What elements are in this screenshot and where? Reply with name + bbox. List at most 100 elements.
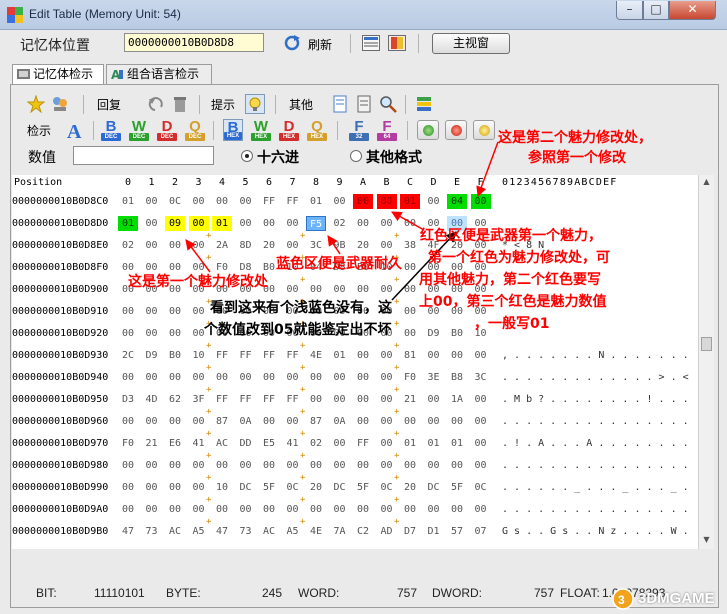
hex-cell[interactable]: 01	[118, 194, 138, 209]
hex-cell[interactable]: 01	[212, 216, 232, 231]
hex-cell[interactable]: 00	[330, 436, 350, 451]
hint-lightbulb-button[interactable]	[245, 94, 265, 114]
hex-cell[interactable]: 00	[471, 436, 491, 451]
hex-cell[interactable]: 00	[236, 370, 256, 385]
hex-cell[interactable]: 00	[165, 414, 185, 429]
hex-cell[interactable]: 00	[212, 502, 232, 517]
hex-cell[interactable]: 2A	[212, 238, 232, 253]
hex-cell[interactable]: 00	[400, 326, 420, 341]
trash-icon[interactable]	[171, 95, 189, 113]
hex-cell[interactable]: 00	[142, 458, 162, 473]
hex-cell[interactable]: 07	[471, 524, 491, 539]
hex-cell[interactable]: 00	[118, 502, 138, 517]
hex-cell[interactable]: 00	[283, 216, 303, 231]
hex-cell[interactable]: 21	[142, 436, 162, 451]
hex-cell[interactable]: 00	[259, 216, 279, 231]
hex-cell[interactable]: 00	[330, 502, 350, 517]
hex-cell[interactable]: 00	[447, 348, 467, 363]
hex-cell[interactable]: 00	[165, 480, 185, 495]
hex-cell[interactable]: 00	[306, 282, 326, 297]
hex-cell[interactable]: FF	[259, 348, 279, 363]
font-a-icon[interactable]: A	[65, 119, 87, 141]
hex-cell[interactable]: 3C	[306, 238, 326, 253]
hex-cell[interactable]: DC	[330, 480, 350, 495]
hex-cell[interactable]: 00	[306, 458, 326, 473]
hex-cell[interactable]: 38	[400, 238, 420, 253]
hex-cell[interactable]: 00	[165, 458, 185, 473]
refresh-icon[interactable]	[284, 35, 300, 51]
float32-icon[interactable]: F 32	[349, 119, 369, 141]
hex-cell[interactable]: 00	[424, 348, 444, 363]
hex-cell[interactable]: 0C	[165, 194, 185, 209]
replay-button[interactable]: 回复	[97, 96, 121, 113]
hex-cell[interactable]: 00	[330, 194, 350, 209]
hex-cell[interactable]: 00	[377, 216, 397, 231]
table-icon[interactable]	[362, 35, 380, 51]
scroll-thumb[interactable]	[701, 337, 712, 351]
dword-dec-icon[interactable]: D DEC	[157, 119, 177, 141]
hex-cell[interactable]: DC	[424, 480, 444, 495]
hex-cell[interactable]: FF	[212, 348, 232, 363]
hex-cell[interactable]: 4E	[306, 524, 326, 539]
hex-cell[interactable]: 04	[447, 194, 467, 209]
hex-cell[interactable]: F0	[400, 370, 420, 385]
byte-hex-icon[interactable]: B HEX	[223, 119, 243, 141]
hex-cell[interactable]: 00	[353, 502, 373, 517]
green-status-button[interactable]	[417, 120, 439, 140]
hex-cell[interactable]: 01	[400, 436, 420, 451]
hex-cell[interactable]: 20	[400, 480, 420, 495]
hex-cell[interactable]: E5	[259, 436, 279, 451]
hex-cell[interactable]: E6	[165, 436, 185, 451]
hex-cell[interactable]: 02	[330, 216, 350, 231]
hex-cell[interactable]: 00	[424, 414, 444, 429]
hex-cell[interactable]: 00	[376, 194, 397, 209]
hex-cell[interactable]: FF	[236, 348, 256, 363]
other-format-radio[interactable]	[350, 150, 362, 162]
hex-cell[interactable]: DC	[236, 480, 256, 495]
red-status-button[interactable]	[445, 120, 467, 140]
hex-cell[interactable]: 00	[306, 392, 326, 407]
hex-cell[interactable]: FF	[259, 392, 279, 407]
hex-cell[interactable]: 00	[471, 458, 491, 473]
hex-cell[interactable]: 00	[471, 348, 491, 363]
hex-cell[interactable]: 5F	[353, 480, 373, 495]
hex-cell[interactable]: 00	[118, 326, 138, 341]
hex-cell[interactable]: 7A	[330, 524, 350, 539]
hex-cell[interactable]: 00	[189, 194, 209, 209]
hex-cell[interactable]: 00	[400, 260, 420, 275]
hex-cell[interactable]: 00	[306, 370, 326, 385]
hex-cell[interactable]: 00	[142, 304, 162, 319]
hex-cell[interactable]: 00	[330, 458, 350, 473]
close-button[interactable]: ✕	[669, 1, 716, 20]
hex-cell[interactable]: FF	[212, 392, 232, 407]
hex-cell[interactable]: AC	[212, 436, 232, 451]
hex-cell[interactable]: 00	[353, 370, 373, 385]
qword-dec-icon[interactable]: Q DEC	[185, 119, 205, 141]
hex-cell[interactable]: F0	[118, 436, 138, 451]
hex-cell[interactable]: 00	[188, 216, 209, 231]
magnifier-icon[interactable]	[379, 95, 397, 113]
hex-cell[interactable]: 47	[212, 524, 232, 539]
hex-cell[interactable]: D3	[118, 392, 138, 407]
hex-cell[interactable]: 00	[118, 414, 138, 429]
hex-cell[interactable]: 00	[259, 370, 279, 385]
hex-cell[interactable]: 62	[165, 392, 185, 407]
hex-cell[interactable]: 21	[400, 392, 420, 407]
hex-cell[interactable]: D9	[424, 326, 444, 341]
hex-cell[interactable]: 00	[236, 458, 256, 473]
hex-cell[interactable]: 00	[142, 414, 162, 429]
hex-cell[interactable]: 00	[353, 348, 373, 363]
hex-cell[interactable]: 57	[447, 524, 467, 539]
hex-cell[interactable]: 00	[259, 414, 279, 429]
hex-cell[interactable]: 00	[142, 502, 162, 517]
hex-cell[interactable]: DD	[236, 436, 256, 451]
hex-cell[interactable]: 02	[306, 436, 326, 451]
hex-cell[interactable]: B0	[447, 326, 467, 341]
hex-cell[interactable]: 00	[447, 502, 467, 517]
hex-cell[interactable]: 00	[165, 304, 185, 319]
hex-cell[interactable]: 47	[118, 524, 138, 539]
hex-cell[interactable]: 00	[118, 480, 138, 495]
hex-cell[interactable]: 0C	[471, 480, 491, 495]
hex-cell[interactable]: 4E	[306, 348, 326, 363]
vertical-scrollbar[interactable]: ▲ ▼	[698, 175, 714, 549]
